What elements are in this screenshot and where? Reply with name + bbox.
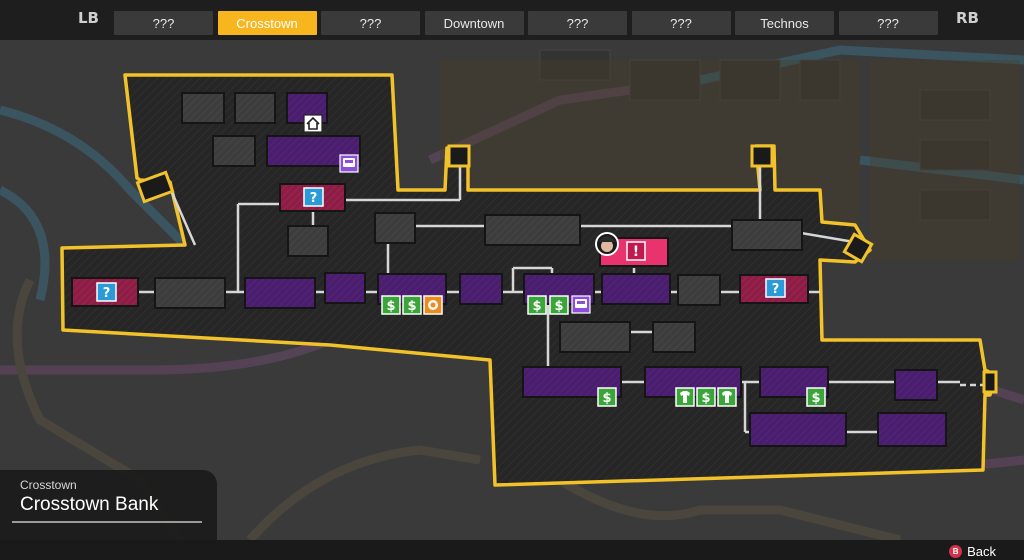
dollar-icon: $ <box>381 295 401 315</box>
food-icon <box>423 295 443 315</box>
district-map: ! ? ? ? $ $ $ $ $ $ $ <box>0 45 1024 545</box>
dollar-icon: $ <box>527 295 547 315</box>
dollar-icon: $ <box>597 387 617 407</box>
question-icon: ? <box>303 187 324 207</box>
district-tab[interactable]: Technos <box>735 11 834 35</box>
room[interactable] <box>154 277 226 309</box>
dollar-icon: $ <box>806 387 826 407</box>
room[interactable] <box>559 321 631 353</box>
right-shoulder-hint[interactable]: RB <box>956 9 979 27</box>
player-marker-icon <box>595 232 619 256</box>
question-icon: ? <box>96 282 117 302</box>
room[interactable] <box>677 274 721 306</box>
svg-text:$: $ <box>532 299 541 314</box>
room[interactable] <box>601 273 671 305</box>
footer-bar <box>0 540 1024 560</box>
room[interactable] <box>484 214 581 246</box>
room[interactable] <box>749 412 847 447</box>
svg-text:?: ? <box>310 191 318 206</box>
adjacent-district-region <box>870 60 1020 260</box>
district-tab[interactable]: Downtown <box>424 11 524 35</box>
room[interactable] <box>894 369 938 401</box>
district-tab[interactable]: ??? <box>114 11 213 35</box>
exclamation-icon: ! <box>626 241 646 261</box>
room[interactable] <box>181 92 225 124</box>
svg-text:$: $ <box>386 299 395 314</box>
room[interactable] <box>287 225 329 257</box>
dollar-icon: $ <box>696 387 716 407</box>
room[interactable] <box>459 273 503 305</box>
bus-icon <box>571 295 591 314</box>
room[interactable] <box>234 92 276 124</box>
svg-text:$: $ <box>602 391 611 406</box>
bus-icon <box>339 154 359 173</box>
shirt-icon <box>717 387 737 407</box>
district-tab[interactable]: Crosstown <box>217 11 317 35</box>
shirt-icon <box>675 387 695 407</box>
svg-text:!: ! <box>633 244 639 260</box>
back-label: Back <box>967 544 996 559</box>
room[interactable] <box>731 219 803 251</box>
room[interactable] <box>877 412 947 447</box>
b-button-icon: B <box>949 545 963 558</box>
back-button[interactable]: B Back <box>949 544 996 559</box>
svg-text:$: $ <box>554 299 563 314</box>
left-shoulder-hint[interactable]: LB <box>78 9 99 27</box>
svg-text:?: ? <box>103 286 111 301</box>
location-name: Crosstown Bank <box>20 494 159 515</box>
district-tab[interactable]: ??? <box>321 11 420 35</box>
district-tab[interactable]: ??? <box>528 11 627 35</box>
district-tab[interactable]: ??? <box>838 11 938 35</box>
district-name: Crosstown <box>20 478 77 492</box>
district-tab[interactable]: ??? <box>631 11 731 35</box>
dollar-icon: $ <box>402 295 422 315</box>
room[interactable] <box>374 212 416 244</box>
room[interactable] <box>324 272 366 304</box>
dollar-icon: $ <box>549 295 569 315</box>
home-icon <box>303 114 323 133</box>
location-info-panel: Crosstown Crosstown Bank <box>0 470 217 540</box>
room[interactable] <box>244 277 316 309</box>
room[interactable] <box>212 135 256 167</box>
svg-text:$: $ <box>811 391 820 406</box>
room[interactable] <box>652 321 696 353</box>
svg-text:$: $ <box>701 391 710 406</box>
divider <box>12 521 202 523</box>
question-icon: ? <box>765 278 786 298</box>
svg-text:?: ? <box>772 282 780 297</box>
district-tab-bar: LB RB ??? Crosstown??? Downtown?????? Techn… <box>0 0 1024 40</box>
svg-text:$: $ <box>407 299 416 314</box>
map-view: ! ? ? ? $ $ $ $ $ $ $ <box>0 40 1024 545</box>
